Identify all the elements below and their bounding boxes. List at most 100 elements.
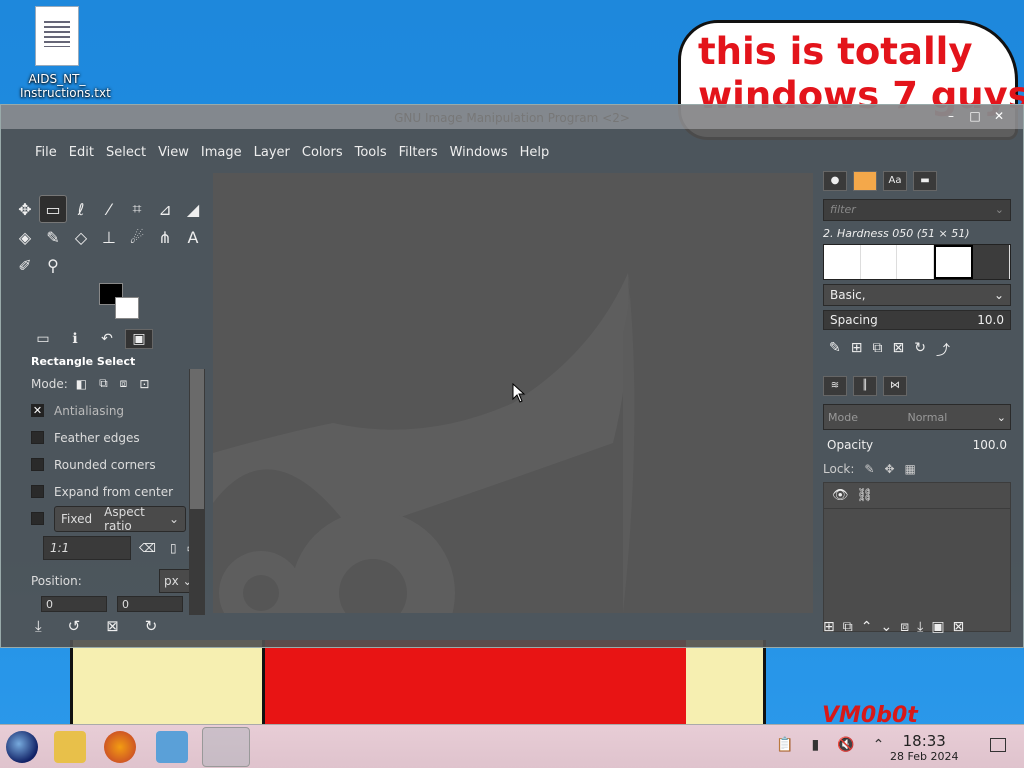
move-tool-icon[interactable]: ✥: [11, 195, 39, 223]
paths-tool-icon[interactable]: ⋔: [151, 223, 179, 251]
portrait-icon[interactable]: ▯: [170, 541, 177, 555]
new-brush-icon[interactable]: ⊞: [851, 340, 863, 360]
warp-tool-icon[interactable]: ◢: [179, 195, 207, 223]
title-bar[interactable]: GNU Image Manipulation Program <2> – □ ✕: [1, 105, 1023, 129]
tool-options-scrollbar[interactable]: [189, 369, 205, 615]
brush-preview-selected[interactable]: [933, 245, 974, 279]
clear-icon[interactable]: ⌫: [139, 541, 156, 555]
battery-icon[interactable]: ▮: [811, 737, 819, 753]
bucket-fill-tool-icon[interactable]: ◈: [11, 223, 39, 251]
feather-checkbox[interactable]: [31, 431, 44, 444]
scrollbar-thumb[interactable]: [190, 369, 204, 509]
fuzzy-select-tool-icon[interactable]: ⁄: [95, 195, 123, 223]
reset-icon[interactable]: ↻: [145, 617, 158, 635]
crop-tool-icon[interactable]: ⌗: [123, 195, 151, 223]
brush-preset-dropdown[interactable]: Basic, ⌄: [823, 284, 1011, 306]
brush-preview-2[interactable]: [861, 245, 898, 279]
mask-layer-icon[interactable]: ▣: [931, 619, 944, 635]
system-settings-icon[interactable]: [156, 731, 188, 763]
undo-history-tab-icon[interactable]: ↶: [93, 329, 121, 349]
layers-tab-icon[interactable]: ≋: [823, 376, 847, 396]
fg-bg-colors[interactable]: [99, 283, 149, 323]
brush-filter-input[interactable]: filter ⌄: [823, 199, 1011, 221]
transform-tool-icon[interactable]: ⊿: [151, 195, 179, 223]
channels-tab-icon[interactable]: ║: [853, 376, 877, 396]
background-color[interactable]: [115, 297, 139, 319]
rect-select-tool-icon[interactable]: ▭: [39, 195, 67, 223]
spacing-slider[interactable]: Spacing 10.0: [823, 310, 1011, 330]
menu-windows[interactable]: Windows: [444, 141, 514, 164]
gimp-taskbar-icon[interactable]: [202, 727, 250, 767]
menu-file[interactable]: File: [29, 141, 63, 164]
menu-edit[interactable]: Edit: [63, 141, 100, 164]
rounded-checkbox[interactable]: [31, 458, 44, 471]
position-y-input[interactable]: 0: [117, 596, 183, 612]
mode-replace-icon[interactable]: ◧: [76, 377, 87, 391]
fixed-dropdown[interactable]: Fixed Aspect ratio ⌄: [54, 505, 186, 533]
image-canvas[interactable]: [213, 173, 813, 613]
smudge-tool-icon[interactable]: ☄: [123, 223, 151, 251]
menu-image[interactable]: Image: [195, 141, 248, 164]
opacity-slider[interactable]: Opacity 100.0: [823, 436, 1011, 456]
export-brush-icon[interactable]: ⤴: [936, 340, 950, 360]
mode-add-icon[interactable]: ⧉: [99, 376, 108, 391]
expand-checkbox[interactable]: [31, 485, 44, 498]
patterns-tab-icon[interactable]: [853, 171, 877, 191]
volume-muted-icon[interactable]: 🔇: [837, 737, 854, 753]
duplicate-brush-icon[interactable]: ⧉: [872, 340, 882, 360]
brushes-tab-icon[interactable]: ●: [823, 171, 847, 191]
eye-icon[interactable]: 👁: [832, 488, 849, 503]
delete-layer-icon[interactable]: ⊠: [953, 619, 965, 635]
lock-pixels-icon[interactable]: ✎: [864, 462, 874, 476]
menu-select[interactable]: Select: [100, 141, 152, 164]
rounded-row[interactable]: Rounded corners: [27, 451, 209, 478]
brush-preview-1[interactable]: [824, 245, 861, 279]
brush-grid[interactable]: [823, 244, 1011, 280]
color-picker-tool-icon[interactable]: ✐: [11, 251, 39, 279]
delete-preset-icon[interactable]: ⊠: [106, 617, 119, 635]
menu-filters[interactable]: Filters: [393, 141, 444, 164]
antialiasing-checkbox[interactable]: ✕: [31, 404, 44, 417]
position-x-input[interactable]: 0: [41, 596, 107, 612]
expand-row[interactable]: Expand from center: [27, 478, 209, 505]
layers-list[interactable]: 👁 ⛓: [823, 482, 1011, 632]
lock-alpha-icon[interactable]: ▦: [905, 462, 916, 476]
antialiasing-row[interactable]: ✕ Antialiasing: [27, 397, 209, 424]
document-history-tab-icon[interactable]: ▬: [913, 171, 937, 191]
clipboard-icon[interactable]: 📋: [776, 737, 793, 753]
lower-layer-icon[interactable]: ⌄: [880, 619, 892, 635]
refresh-brushes-icon[interactable]: ↻: [914, 340, 926, 360]
restore-icon[interactable]: ↺: [68, 617, 81, 635]
zoom-tool-icon[interactable]: ⚲: [39, 251, 67, 279]
lasso-tool-icon[interactable]: ℓ: [67, 195, 95, 223]
brush-preview-3[interactable]: [897, 245, 934, 279]
maximize-button[interactable]: □: [965, 107, 985, 125]
images-tab-icon[interactable]: ▣: [125, 329, 153, 349]
paintbrush-tool-icon[interactable]: ✎: [39, 223, 67, 251]
delete-brush-icon[interactable]: ⊠: [892, 340, 904, 360]
file-explorer-icon[interactable]: [54, 731, 86, 763]
text-tool-icon[interactable]: A: [179, 223, 207, 251]
start-button-icon[interactable]: [6, 731, 38, 763]
ratio-input[interactable]: 1:1: [43, 536, 131, 560]
chevron-up-icon[interactable]: ⌃: [873, 737, 885, 753]
new-layer-icon[interactable]: ⊞: [823, 619, 835, 635]
feather-row[interactable]: Feather edges: [27, 424, 209, 451]
fixed-checkbox[interactable]: [31, 512, 44, 525]
menu-layer[interactable]: Layer: [248, 141, 296, 164]
mode-intersect-icon[interactable]: ⊡: [139, 377, 149, 391]
eraser-tool-icon[interactable]: ◇: [67, 223, 95, 251]
firefox-icon[interactable]: [104, 731, 136, 763]
mode-subtract-icon[interactable]: ⧈: [120, 376, 128, 391]
edit-brush-icon[interactable]: ✎: [829, 340, 841, 360]
clone-tool-icon[interactable]: ⊥: [95, 223, 123, 251]
device-status-tab-icon[interactable]: ▭: [29, 329, 57, 349]
merge-layer-icon[interactable]: ⤓: [917, 619, 923, 635]
tool-options-tab-icon[interactable]: ℹ: [61, 329, 89, 349]
raise-layer-icon[interactable]: ⌃: [861, 619, 873, 635]
chain-icon[interactable]: ⛓: [857, 488, 874, 503]
desktop-icon-instructions[interactable]: AIDS_NT_ Instructions.txt: [20, 6, 111, 100]
menu-help[interactable]: Help: [514, 141, 556, 164]
menu-colors[interactable]: Colors: [296, 141, 349, 164]
clock[interactable]: 18:33 28 Feb 2024: [890, 732, 958, 763]
